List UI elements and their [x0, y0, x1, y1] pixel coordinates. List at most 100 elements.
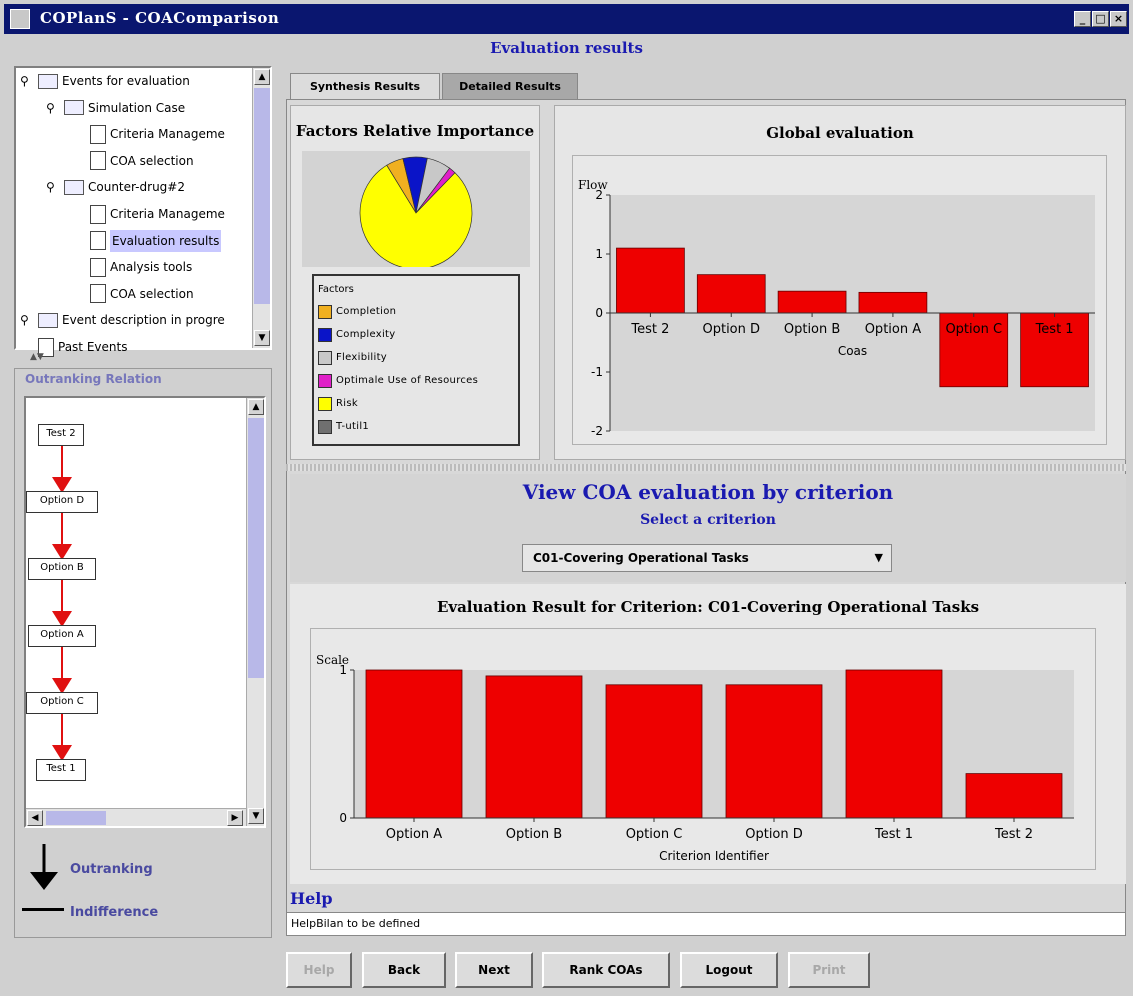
global-evaluation-chart: Flow2 1 0 -1 -2 Test 2 Option D Option B Option … — [572, 155, 1107, 445]
scroll-right-icon[interactable]: ▶ — [227, 810, 243, 826]
factor-legend-item: Optimale Use of Resources — [318, 369, 514, 392]
outranking-arrow-icon — [30, 844, 58, 890]
print-button[interactable]: Print — [788, 952, 870, 988]
expand-handle-icon[interactable]: ⚲ — [46, 97, 60, 119]
rank-coas-button[interactable]: Rank COAs — [542, 952, 670, 988]
factor-swatch — [318, 350, 332, 365]
tree-item[interactable]: ⚲ Simulation Case — [46, 97, 185, 119]
factor-legend-item: Risk — [318, 392, 514, 415]
factor-swatch — [318, 396, 332, 411]
x-axis-label: Coas — [838, 344, 867, 358]
navigation-tree[interactable]: ⚲ Events for evaluation ⚲ Simulation Case Cr… — [14, 66, 272, 357]
chart-bar — [777, 290, 847, 314]
panel-splitter[interactable] — [286, 464, 1126, 471]
next-button[interactable]: Next — [455, 952, 533, 988]
criterion-result-title: Evaluation Result for Criterion: C01-Cov… — [436, 598, 980, 616]
help-text-field[interactable]: HelpBilan to be defined — [286, 912, 1126, 936]
expand-handle-icon[interactable]: ⚲ — [20, 70, 34, 92]
factor-label: Completion — [336, 306, 397, 317]
app-icon[interactable] — [10, 9, 30, 29]
graph-hscrollbar[interactable]: ◀ ▶ — [26, 808, 246, 826]
y-tick-label: 1 — [595, 247, 603, 261]
outranking-title: Outranking Relation — [22, 372, 165, 386]
document-icon — [90, 231, 106, 251]
scroll-thumb[interactable] — [248, 418, 264, 678]
criterion-dropdown-value: C01-Covering Operational Tasks — [533, 551, 749, 565]
outranking-node[interactable]: Option C — [26, 692, 98, 714]
tree-item[interactable]: Criteria Manageme — [72, 123, 225, 145]
factor-legend-item: Flexibility — [318, 346, 514, 369]
logout-button[interactable]: Logout — [680, 952, 778, 988]
factor-label: Complexity — [336, 329, 396, 340]
x-tick-label: Test 1 — [874, 827, 913, 842]
tree-item[interactable]: ⚲ Counter-drug#2 — [46, 176, 185, 198]
tree-scrollbar[interactable]: ▲ ▼ — [252, 68, 270, 348]
x-tick-label: Option A — [386, 827, 443, 842]
tree-item[interactable]: ⚲ Event description in progre — [20, 309, 225, 331]
tree-item[interactable]: Analysis tools — [72, 256, 192, 278]
chevron-down-icon[interactable]: ▼ — [875, 545, 883, 571]
chart-bar — [965, 773, 1063, 819]
tree-item[interactable]: COA selection — [72, 150, 194, 172]
folder-icon — [64, 179, 84, 195]
expand-handle-icon[interactable]: ⚲ — [46, 176, 60, 198]
scroll-left-icon[interactable]: ◀ — [27, 810, 43, 826]
help-button[interactable]: Help — [286, 952, 352, 988]
x-tick-label: Option A — [865, 322, 922, 337]
factor-swatch — [318, 419, 332, 434]
y-tick-label: 0 — [339, 811, 347, 825]
tree-item-label: Evaluation results — [110, 229, 222, 252]
legend-outranking: Outranking — [70, 862, 153, 877]
scroll-thumb[interactable] — [46, 811, 106, 825]
help-label: Help — [290, 889, 333, 908]
graph-vscrollbar[interactable]: ▲ ▼ — [246, 398, 264, 826]
maximize-icon[interactable]: □ — [1092, 11, 1109, 27]
y-tick-label: 2 — [595, 188, 603, 202]
chart-bar — [605, 684, 703, 819]
outranking-node[interactable]: Option A — [28, 625, 96, 647]
document-icon — [90, 151, 106, 171]
outranking-node[interactable]: Option B — [28, 558, 96, 580]
back-button[interactable]: Back — [362, 952, 446, 988]
tree-item[interactable]: Evaluation results — [72, 229, 222, 252]
y-tick-label: -1 — [591, 365, 603, 379]
expand-handle-icon[interactable]: ⚲ — [20, 309, 34, 331]
criterion-dropdown[interactable]: C01-Covering Operational Tasks ▼ — [522, 544, 892, 572]
scroll-down-icon[interactable]: ▼ — [254, 330, 270, 346]
tree-item-label: COA selection — [110, 153, 194, 168]
x-tick-label: Option D — [702, 322, 760, 337]
x-tick-label: Test 2 — [630, 322, 669, 337]
minimize-icon[interactable]: _ — [1074, 11, 1091, 27]
tree-item-label: Simulation Case — [88, 100, 186, 115]
scroll-up-icon[interactable]: ▲ — [248, 399, 264, 415]
y-axis-label: Flow — [578, 178, 608, 192]
outranking-node[interactable]: Test 2 — [38, 424, 84, 446]
outranking-node[interactable]: Test 1 — [36, 759, 86, 781]
chart-bar — [845, 669, 943, 819]
splitter-arrows-icon[interactable]: ▲▼ — [30, 352, 44, 362]
outranking-node[interactable]: Option D — [26, 491, 98, 513]
document-icon — [90, 204, 106, 224]
scroll-down-icon[interactable]: ▼ — [248, 808, 264, 824]
scroll-thumb[interactable] — [254, 88, 270, 304]
chart-bar — [725, 684, 823, 819]
factors-pie-area — [302, 151, 530, 270]
tree-item[interactable]: COA selection — [72, 283, 194, 305]
factor-swatch — [318, 327, 332, 342]
factors-pie-chart — [359, 156, 473, 270]
tab-detailed-results[interactable]: Detailed Results — [442, 73, 578, 99]
factors-title: Factors Relative Importance — [295, 122, 535, 140]
scroll-up-icon[interactable]: ▲ — [254, 69, 270, 85]
x-axis-label: Criterion Identifier — [659, 849, 769, 863]
outranking-graph: Test 2 Option D Option B Option A Option C Te… — [24, 396, 266, 828]
select-criterion-label: Select a criterion — [640, 512, 776, 528]
tree-item[interactable]: ⚲ Events for evaluation — [20, 70, 190, 92]
close-icon[interactable]: × — [1110, 11, 1127, 27]
tab-synthesis-results[interactable]: Synthesis Results — [290, 73, 440, 99]
indifference-line-icon — [22, 908, 64, 911]
folder-icon — [38, 312, 58, 328]
factor-legend-item: T-util1 — [318, 415, 514, 438]
tree-item-label: Counter-drug#2 — [88, 180, 185, 195]
tree-item[interactable]: Criteria Manageme — [72, 203, 225, 225]
chart-bar — [616, 247, 685, 314]
